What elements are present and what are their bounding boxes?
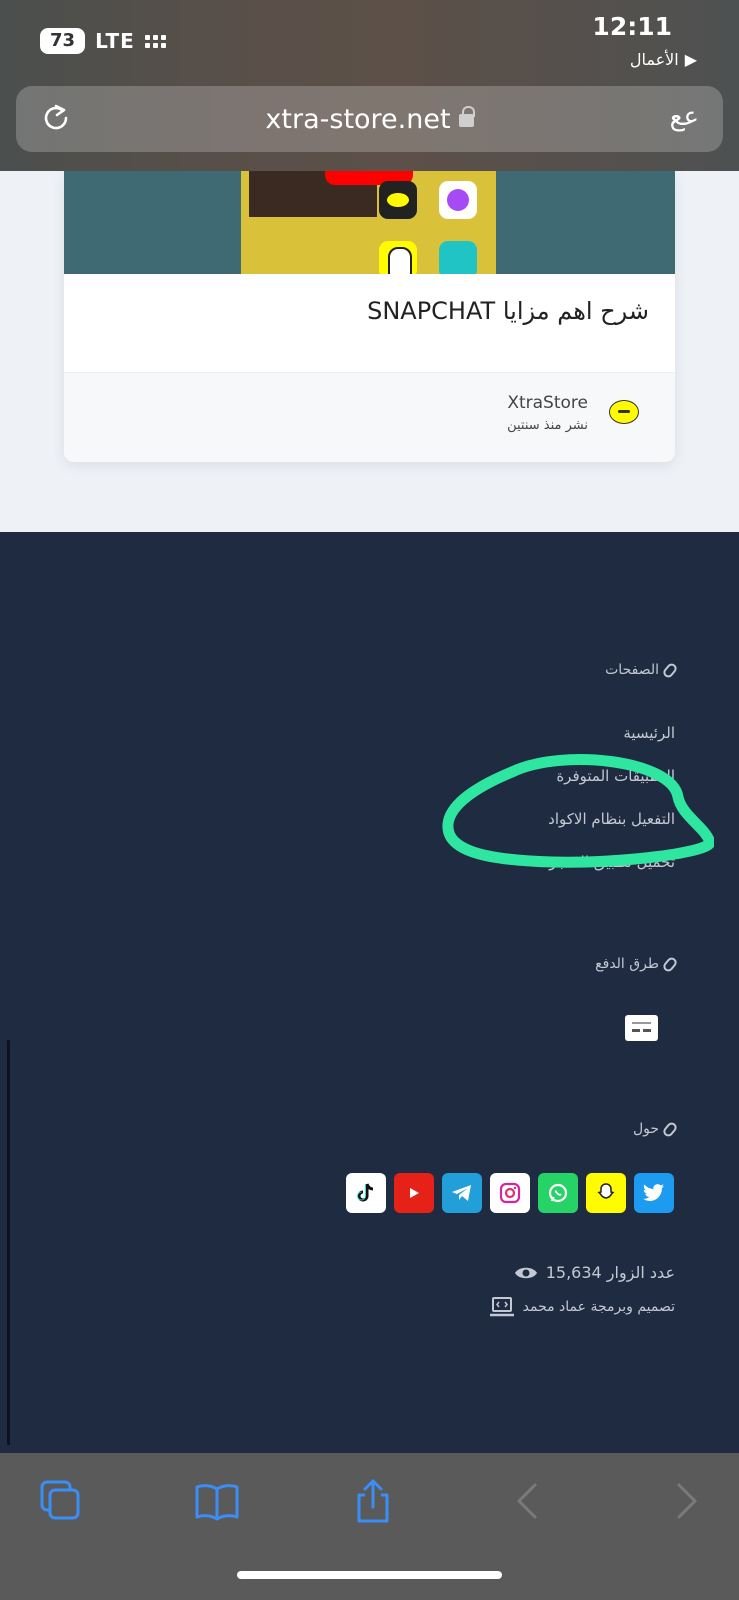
author-name[interactable]: XtraStore (507, 393, 588, 413)
back-icon[interactable] (505, 1477, 553, 1525)
tabs-icon[interactable] (37, 1477, 85, 1525)
payment-method-card-icon (625, 1015, 658, 1041)
snapchat-icon[interactable] (586, 1173, 626, 1213)
url-display[interactable]: xtra-store.net (16, 104, 723, 135)
article-card[interactable]: شرح اهم مزايا SNAPCHAT XtraStore نشر منذ… (64, 171, 675, 462)
status-indicators: 73 LTE (40, 28, 166, 54)
home-indicator (237, 1571, 502, 1579)
whatsapp-icon[interactable] (538, 1173, 578, 1213)
about-section-title: حول (633, 1120, 679, 1138)
thumbnail-screenshot (241, 171, 496, 274)
scroll-indicator (7, 1040, 10, 1445)
snapchat-app-icon (379, 181, 417, 219)
credit-text[interactable]: تصميم وبرمجة عماد محمد (523, 1299, 675, 1315)
footer-link-code-activation[interactable]: التفعيل بنظام الاكواد (548, 810, 675, 828)
url-text: xtra-store.net (265, 104, 451, 135)
twitter-icon[interactable] (634, 1173, 674, 1213)
app-icon (439, 241, 477, 274)
telegram-icon[interactable] (442, 1173, 482, 1213)
post-time: نشر منذ سنتين (507, 418, 588, 433)
browser-top-bar: 73 LTE 12:11 الأعمال ▶ xtra-store.net عع (0, 0, 739, 171)
footer-link-available-apps[interactable]: التطبيقات المتوفرة (556, 767, 675, 785)
status-time: 12:11 (592, 12, 672, 41)
laptop-code-icon (489, 1297, 514, 1317)
browser-toolbar (0, 1453, 739, 1600)
lock-icon (458, 106, 475, 127)
share-icon[interactable] (349, 1477, 397, 1525)
payment-section-title: طرق الدفع (595, 955, 679, 973)
tiktok-icon[interactable] (346, 1173, 386, 1213)
footer-link-download-app[interactable]: تحميل تطبيق المتجر (549, 853, 675, 871)
bookmarks-icon[interactable] (193, 1477, 241, 1525)
back-app-label: الأعمال (629, 50, 679, 69)
article-meta: XtraStore نشر منذ سنتين (64, 372, 675, 462)
social-links (346, 1173, 674, 1213)
author-avatar (609, 400, 639, 424)
messenger-app-icon (439, 181, 477, 219)
battery-indicator: 73 (40, 28, 86, 54)
visitor-count-text: عدد الزوار 15,634 (545, 1263, 675, 1282)
instagram-icon[interactable] (490, 1173, 530, 1213)
signal-icon (144, 34, 166, 48)
design-credit: تصميم وبرمجة عماد محمد (489, 1296, 675, 1318)
footer-link-home[interactable]: الرئيسية (623, 724, 675, 742)
pages-section-title: الصفحات (605, 661, 679, 679)
visitor-counter: عدد الزوار 15,634 (514, 1263, 675, 1282)
youtube-icon[interactable] (394, 1173, 434, 1213)
network-type: LTE (95, 29, 135, 53)
snapchat-app-icon (379, 241, 417, 274)
play-arrow-icon: ▶ (684, 50, 697, 69)
address-bar[interactable]: xtra-store.net عع (16, 86, 723, 152)
back-to-app-link[interactable]: الأعمال ▶ (630, 50, 697, 69)
content-area: شرح اهم مزايا SNAPCHAT XtraStore نشر منذ… (0, 171, 739, 532)
article-title[interactable]: شرح اهم مزايا SNAPCHAT (367, 297, 649, 325)
text-size-button[interactable]: عع (670, 102, 699, 132)
forward-icon[interactable] (661, 1477, 709, 1525)
article-thumbnail[interactable] (64, 171, 675, 274)
eye-icon (514, 1267, 537, 1278)
